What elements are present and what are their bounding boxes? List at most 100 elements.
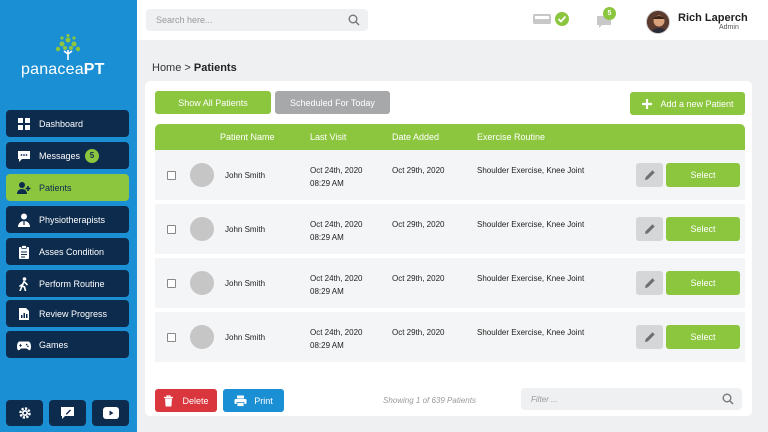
- column-header-date-added[interactable]: Date Added: [392, 132, 439, 142]
- edit-button[interactable]: [636, 325, 663, 349]
- settings-button[interactable]: [6, 400, 43, 426]
- walking-icon: [17, 276, 31, 291]
- search-icon[interactable]: [348, 14, 360, 26]
- pencil-icon: [644, 278, 655, 288]
- table-header: Patient Name Last Visit Date Added Exerc…: [155, 124, 745, 150]
- patient-avatar: [190, 163, 214, 187]
- row-checkbox[interactable]: [167, 333, 176, 342]
- table-row[interactable]: John Smith Oct 24th, 2020 08:29 AM Oct 29th…: [155, 150, 745, 200]
- sidebar-item-physiotherapists[interactable]: Physiotherapists: [6, 206, 129, 233]
- search-input[interactable]: Search here...: [156, 15, 213, 25]
- patient-name[interactable]: John Smith: [225, 279, 265, 288]
- add-patient-button[interactable]: Add a new Patient: [630, 92, 745, 115]
- app-logo[interactable]: panaceaPT: [18, 34, 118, 82]
- top-bar: Search here... 5 Rich Laperch Admin: [137, 0, 768, 40]
- table-row[interactable]: John Smith Oct 24th, 2020 08:29 AM Oct 29th…: [155, 204, 745, 254]
- patient-avatar: [190, 217, 214, 241]
- show-all-patients-button[interactable]: Show All Patients: [155, 91, 271, 114]
- sidebar: panaceaPT Dashboard Messages 5 Patients …: [0, 0, 137, 432]
- search-icon[interactable]: [722, 393, 734, 405]
- report-icon: [17, 307, 31, 321]
- print-button[interactable]: Print: [223, 389, 284, 412]
- last-visit-time: 08:29 AM: [310, 179, 344, 188]
- user-role: Admin: [719, 24, 739, 31]
- edit-button[interactable]: [636, 271, 663, 295]
- sidebar-item-dashboard[interactable]: Dashboard: [6, 110, 129, 137]
- select-label: Select: [690, 332, 716, 342]
- select-label: Select: [690, 224, 716, 234]
- scheduled-label: Scheduled For Today: [290, 97, 375, 108]
- last-visit-date: Oct 24th, 2020: [310, 166, 363, 175]
- row-checkbox[interactable]: [167, 279, 176, 288]
- pagination-status: Showing 1 of 639 Patients: [383, 396, 476, 405]
- feedback-button[interactable]: [49, 400, 86, 426]
- column-header-exercise-routine[interactable]: Exercise Routine: [477, 132, 545, 142]
- sidebar-item-label: Games: [39, 339, 69, 350]
- select-label: Select: [690, 278, 716, 288]
- video-button[interactable]: [92, 400, 129, 426]
- select-button[interactable]: Select: [666, 271, 740, 295]
- last-visit-date: Oct 24th, 2020: [310, 220, 363, 229]
- scheduled-today-button[interactable]: Scheduled For Today: [275, 91, 390, 114]
- sidebar-item-label: Patients: [39, 182, 72, 193]
- messages-icon: [17, 149, 31, 163]
- column-header-last-visit[interactable]: Last Visit: [310, 132, 346, 142]
- row-checkbox[interactable]: [167, 225, 176, 234]
- add-patient-label: Add a new Patient: [660, 98, 734, 109]
- breadcrumb-current: Patients: [193, 62, 237, 74]
- sidebar-item-perform-routine[interactable]: Perform Routine: [6, 270, 129, 297]
- edit-button[interactable]: [636, 217, 663, 241]
- sidebar-item-label: Review Progress: [39, 308, 108, 319]
- breadcrumb-separator: >: [184, 62, 191, 74]
- patient-name[interactable]: John Smith: [225, 225, 265, 234]
- sidebar-item-label: Dashboard: [39, 118, 84, 129]
- select-button[interactable]: Select: [666, 217, 740, 241]
- patient-avatar: [190, 271, 214, 295]
- trash-icon: [164, 394, 174, 406]
- breadcrumb-home[interactable]: Home: [152, 62, 181, 74]
- settings-icon: [18, 407, 31, 419]
- date-added: Oct 29th, 2020: [392, 166, 445, 175]
- gamepad-icon: [17, 338, 31, 352]
- delete-label: Delete: [182, 395, 209, 406]
- search-field[interactable]: Search here...: [146, 9, 368, 31]
- printer-icon: [234, 395, 247, 407]
- last-visit-date: Oct 24th, 2020: [310, 328, 363, 337]
- sidebar-item-patients[interactable]: Patients: [6, 174, 129, 201]
- show-all-label: Show All Patients: [178, 97, 248, 108]
- patients-icon: [17, 181, 31, 195]
- user-name[interactable]: Rich Laperch: [678, 12, 748, 24]
- last-visit-time: 08:29 AM: [310, 233, 344, 242]
- chat-badge: 5: [603, 7, 616, 20]
- patient-name[interactable]: John Smith: [225, 333, 265, 342]
- column-header-patient-name[interactable]: Patient Name: [220, 132, 275, 142]
- pencil-icon: [644, 224, 655, 234]
- row-checkbox[interactable]: [167, 171, 176, 180]
- sidebar-item-asses-condition[interactable]: Asses Condition: [6, 238, 129, 265]
- select-button[interactable]: Select: [666, 163, 740, 187]
- table-row[interactable]: John Smith Oct 24th, 2020 08:29 AM Oct 29th…: [155, 312, 745, 362]
- dashboard-icon: [17, 117, 31, 131]
- clipboard-icon: [17, 244, 31, 259]
- sidebar-item-messages[interactable]: Messages 5: [6, 142, 129, 169]
- select-label: Select: [690, 170, 716, 180]
- date-added: Oct 29th, 2020: [392, 220, 445, 229]
- breadcrumb: Home > Patients: [152, 62, 237, 74]
- print-label: Print: [254, 395, 273, 406]
- sidebar-item-games[interactable]: Games: [6, 331, 129, 358]
- sidebar-item-review-progress[interactable]: Review Progress: [6, 300, 129, 327]
- delete-button[interactable]: Delete: [155, 389, 217, 412]
- filter-input[interactable]: Filter ...: [531, 395, 558, 404]
- exercise-routine: Shoulder Exercise, Knee Joint: [477, 220, 585, 229]
- messages-badge: 5: [85, 148, 100, 163]
- connection-status-icon[interactable]: [531, 11, 571, 27]
- edit-button[interactable]: [636, 163, 663, 187]
- filter-field[interactable]: Filter ...: [521, 388, 742, 410]
- select-button[interactable]: Select: [666, 325, 740, 349]
- date-added: Oct 29th, 2020: [392, 274, 445, 283]
- user-avatar[interactable]: [646, 10, 670, 34]
- patient-name[interactable]: John Smith: [225, 171, 265, 180]
- sidebar-item-label: Physiotherapists: [39, 214, 106, 225]
- table-row[interactable]: John Smith Oct 24th, 2020 08:29 AM Oct 29th…: [155, 258, 745, 308]
- date-added: Oct 29th, 2020: [392, 328, 445, 337]
